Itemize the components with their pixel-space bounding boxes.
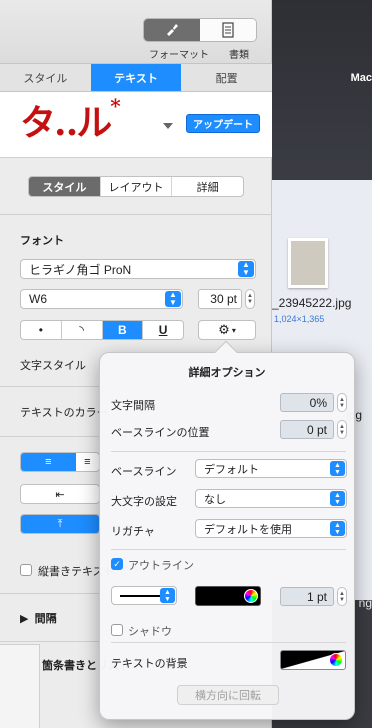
chevron-updown-icon: ▲ ▼ <box>330 461 345 476</box>
font-size-stepper[interactable]: ▲ ▼ <box>245 289 255 309</box>
file-name-3[interactable]: ng <box>359 596 372 610</box>
font-size-field[interactable]: 30 pt <box>198 289 242 309</box>
outline-line-style-popup[interactable]: ▲ ▼ <box>111 586 177 605</box>
underline-button[interactable]: U <box>143 321 183 339</box>
divider <box>111 549 346 550</box>
file-name[interactable]: _23945222.jpg <box>272 296 372 310</box>
alignment-buttons: ≡ ≡ <box>20 452 100 472</box>
text-bg-color-well[interactable] <box>280 650 346 670</box>
advanced-options-popover: 詳細オプション 文字間隔 0% ▲ ▼ ベースラインの位置 0 pt ▲ ▼ ベース… <box>99 340 355 720</box>
subtab-layout[interactable]: レイアウト <box>101 177 173 196</box>
inspector-tabs: スタイル テキスト 配置 <box>0 64 272 92</box>
vertical-text-checkbox[interactable] <box>20 564 32 576</box>
gear-icon: ⚙ <box>218 322 230 337</box>
document-icon <box>222 22 234 38</box>
tab-text[interactable]: テキスト <box>90 64 182 91</box>
decrease-indent-button[interactable]: ⇤ <box>21 485 99 503</box>
text-bg-label: テキストの背景 <box>111 658 188 670</box>
update-style-button[interactable]: アップデート <box>186 114 260 133</box>
rotate-horizontal-button[interactable]: 横方向に回転 <box>177 685 279 705</box>
baseline-pos-field[interactable]: 0 pt <box>280 420 334 439</box>
desktop-volume-label: Mac <box>350 72 372 84</box>
font-section-label: フォント <box>20 235 64 247</box>
curve-format-button[interactable]: ◝ <box>62 321 103 339</box>
baseline-popup[interactable]: デフォルト ▲ ▼ <box>195 459 347 478</box>
divider <box>0 214 272 215</box>
spacing-label: 間隔 <box>34 613 57 625</box>
background-window <box>0 644 40 728</box>
chevron-down-icon: ▾ <box>231 325 236 335</box>
baseline-label: ベースライン <box>111 466 177 478</box>
char-spacing-field[interactable]: 0% <box>280 393 334 412</box>
file-dimensions: 1,024×1,365 <box>274 314 325 324</box>
outline-color-well[interactable] <box>195 586 261 606</box>
modified-asterisk: * <box>110 94 121 118</box>
outline-width-stepper[interactable]: ▲ ▼ <box>337 587 347 606</box>
font-family-value: ヒラギノ角ゴ ProN <box>29 262 132 277</box>
align-left-button[interactable]: ≡ <box>21 453 76 471</box>
paragraph-style-preview[interactable]: タ‥ル* <box>20 94 121 146</box>
vertical-align-buttons: ⤒ <box>20 514 100 534</box>
outline-label: アウトライン <box>128 560 194 572</box>
desktop-top <box>272 0 372 180</box>
baseline-pos-stepper[interactable]: ▲ ▼ <box>337 420 347 439</box>
document-toggle-button[interactable] <box>200 19 256 41</box>
document-label: 書類 <box>229 50 249 61</box>
style-preview-text: タ‥ル <box>20 102 112 144</box>
tab-style[interactable]: スタイル <box>0 64 91 91</box>
chevron-updown-icon: ▲ ▼ <box>160 588 175 603</box>
advanced-options-button[interactable]: ⚙ ▾ <box>198 320 256 340</box>
outline-checkbox[interactable]: ✓ <box>111 558 123 570</box>
subtab-style[interactable]: スタイル <box>29 177 101 196</box>
caps-popup[interactable]: なし ▲ ▼ <box>195 489 347 508</box>
divider <box>111 451 346 452</box>
color-wheel-icon[interactable] <box>329 653 343 667</box>
char-style-label: 文字スタイル <box>20 360 86 372</box>
divider <box>111 642 346 643</box>
font-weight-value: W6 <box>29 292 47 306</box>
format-label: フォーマット <box>149 50 209 61</box>
chevron-updown-icon: ▲ ▼ <box>165 291 181 307</box>
baseline-value: デフォルト <box>204 463 259 476</box>
subtab-more[interactable]: 詳細 <box>172 177 243 196</box>
char-spacing-label: 文字間隔 <box>111 400 155 412</box>
shadow-checkbox[interactable] <box>111 624 123 636</box>
disclosure-triangle-icon: ▶ <box>20 613 29 625</box>
style-menu-chevron-icon[interactable] <box>163 122 173 130</box>
file-thumbnail[interactable] <box>288 238 328 288</box>
ligature-popup[interactable]: デフォルトを使用 ▲ ▼ <box>195 519 347 538</box>
bullet-format-button[interactable]: • <box>21 321 62 339</box>
inspector-toggle <box>143 18 257 42</box>
chevron-updown-icon: ▲ ▼ <box>238 261 254 277</box>
outline-width-field[interactable]: 1 pt <box>280 587 334 606</box>
indent-buttons: ⇤ <box>20 484 100 504</box>
ligature-value: デフォルトを使用 <box>204 523 292 536</box>
ligature-label: リガチャ <box>111 526 155 538</box>
align-center-button[interactable]: ≡ <box>76 453 99 471</box>
popover-title: 詳細オプション <box>188 367 266 379</box>
color-wheel-icon[interactable] <box>244 589 258 603</box>
inspector-toolbar: フォーマット 書類 <box>0 0 271 64</box>
paintbrush-icon <box>167 24 178 36</box>
align-top-button[interactable]: ⤒ <box>21 515 99 533</box>
font-family-popup[interactable]: ヒラギノ角ゴ ProN ▲ ▼ <box>20 259 256 279</box>
caps-label: 大文字の設定 <box>111 496 177 508</box>
bold-button[interactable]: B <box>102 321 144 339</box>
caps-value: なし <box>204 493 226 506</box>
chevron-updown-icon: ▲ ▼ <box>330 521 345 536</box>
shadow-label: シャドウ <box>128 626 172 638</box>
font-weight-popup[interactable]: W6 ▲ ▼ <box>20 289 183 309</box>
baseline-pos-label: ベースラインの位置 <box>111 427 210 439</box>
tab-arrange[interactable]: 配置 <box>181 64 272 91</box>
text-format-buttons: • ◝ B U <box>20 320 184 340</box>
text-subtabs: スタイル レイアウト 詳細 <box>28 176 244 197</box>
text-color-label: テキストのカラー <box>20 407 108 419</box>
chevron-updown-icon: ▲ ▼ <box>330 491 345 506</box>
format-toggle-button[interactable] <box>144 19 200 41</box>
spacing-disclosure[interactable]: ▶ 間隔 <box>20 610 57 626</box>
char-spacing-stepper[interactable]: ▲ ▼ <box>337 393 347 412</box>
line-style-icon <box>120 594 160 597</box>
